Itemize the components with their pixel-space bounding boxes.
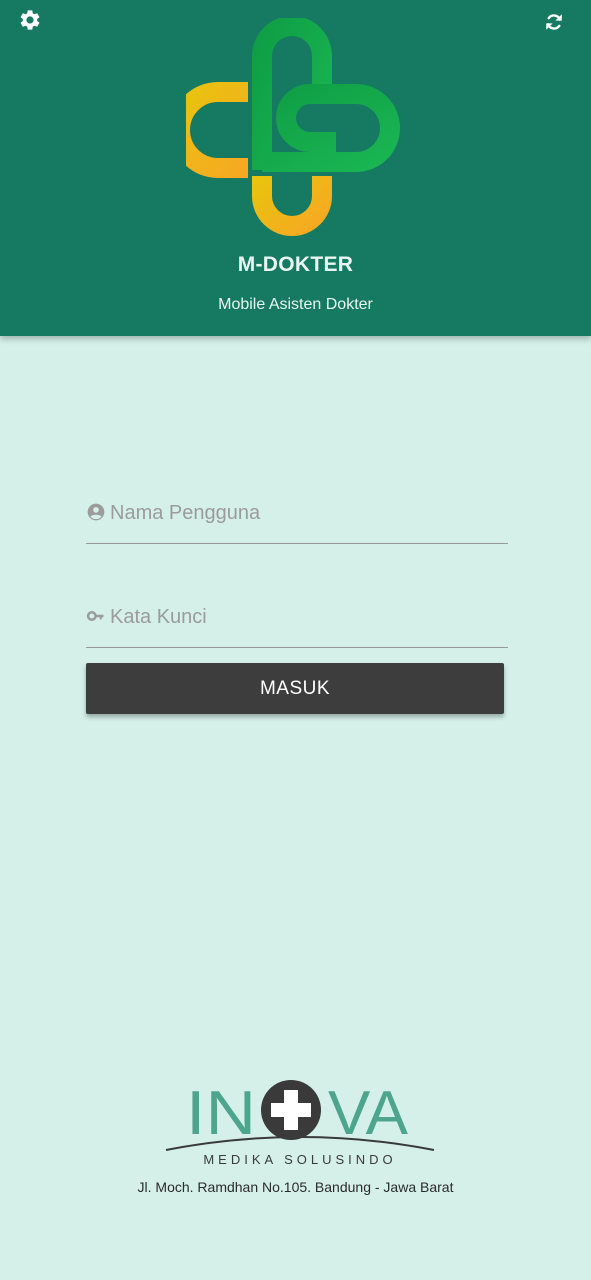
app-subtitle: Mobile Asisten Dokter <box>218 296 373 313</box>
company-address: Jl. Moch. Ramdhan No.105. Bandung - Jawa… <box>137 1179 454 1195</box>
app-header: M-DOKTER Mobile Asisten Dokter <box>0 0 591 336</box>
password-field <box>86 600 508 648</box>
app-logo <box>186 18 400 236</box>
password-input[interactable] <box>110 600 500 634</box>
company-tagline: MEDIKA SOLUSINDO <box>203 1152 396 1167</box>
refresh-button[interactable] <box>540 8 568 36</box>
user-circle-icon <box>87 503 105 521</box>
refresh-icon <box>546 14 562 30</box>
app-title: M-DOKTER <box>237 253 354 276</box>
gear-icon <box>20 10 40 30</box>
settings-button[interactable] <box>16 6 44 34</box>
username-input[interactable] <box>110 496 500 530</box>
key-icon <box>86 611 104 621</box>
username-field <box>86 496 508 544</box>
company-logo: IN VA MEDIKA SOLUSINDO <box>165 1079 435 1167</box>
company-name-part1: IN <box>186 1079 256 1148</box>
login-button[interactable]: MASUK <box>86 663 504 714</box>
